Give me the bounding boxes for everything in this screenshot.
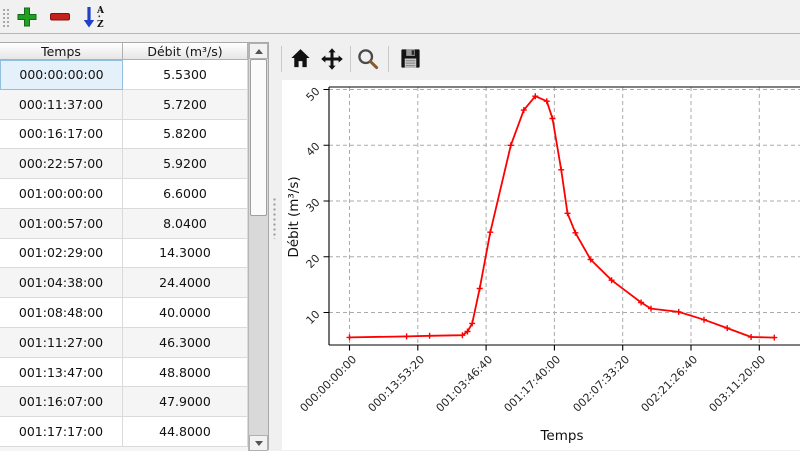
table-row: 001:08:48:00 40.0000: [0, 298, 248, 328]
arrow-down-icon: [255, 441, 263, 446]
table-row: 001:04:38:00 24.4000: [0, 268, 248, 298]
cell-debit[interactable]: 5.8200: [123, 120, 248, 150]
gridlines: [329, 87, 800, 345]
table-row: 000:16:17:00 5.8200: [0, 120, 248, 150]
scrollbar-down-button[interactable]: [249, 435, 268, 451]
cell-debit[interactable]: 14.3000: [123, 239, 248, 269]
main-toolbar: A Z: [0, 0, 800, 34]
table-row: 001:11:27:00 46.3000: [0, 328, 248, 358]
cell-temps[interactable]: 000:16:17:00: [0, 120, 123, 150]
cell-debit[interactable]: 46.3000: [123, 328, 248, 358]
toolbar-separator: [350, 46, 351, 72]
data-point-markers: [347, 93, 778, 340]
home-icon: [289, 47, 312, 70]
cell-temps[interactable]: 001:17:17:00: [0, 417, 123, 447]
svg-text:A: A: [96, 6, 105, 16]
minus-icon: [48, 5, 72, 29]
hydrograph-line: [350, 96, 775, 337]
table-row: 001:00:57:00 8.0400: [0, 209, 248, 239]
table-body: 000:00:00:00 5.5300 000:11:37:00 5.7200 …: [0, 60, 248, 447]
cell-temps[interactable]: 001:00:00:00: [0, 179, 123, 209]
y-axis-label: Débit (m³/s): [286, 127, 304, 307]
table-row: 001:17:17:00 44.8000: [0, 417, 248, 447]
add-row-button[interactable]: [14, 4, 40, 30]
cell-temps[interactable]: 001:16:07:00: [0, 387, 123, 417]
cell-temps[interactable]: 000:22:57:00: [0, 149, 123, 179]
table-row: 000:11:37:00 5.7200: [0, 90, 248, 120]
cell-debit[interactable]: 44.8000: [123, 417, 248, 447]
move-icon: [320, 47, 344, 71]
cell-debit[interactable]: 8.0400: [123, 209, 248, 239]
chart-zoom-button[interactable]: [355, 45, 381, 72]
table-row: 001:13:47:00 48.8000: [0, 358, 248, 388]
column-header-temps[interactable]: Temps: [0, 43, 123, 60]
toolbar-drag-handle[interactable]: [2, 8, 10, 28]
cell-debit[interactable]: 48.8000: [123, 358, 248, 388]
table-row: 001:00:00:00 6.6000: [0, 179, 248, 209]
cell-temps[interactable]: 001:08:48:00: [0, 298, 123, 328]
scrollbar-up-button[interactable]: [249, 43, 268, 59]
data-table: Temps Débit (m³/s) 000:00:00:00 5.5300 0…: [0, 43, 248, 451]
sort-az-icon: A Z: [81, 4, 109, 30]
plus-icon: [15, 5, 39, 29]
cell-temps[interactable]: 001:04:38:00: [0, 268, 123, 298]
column-header-debit[interactable]: Débit (m³/s): [123, 43, 248, 60]
cell-temps[interactable]: 000:11:37:00: [0, 90, 123, 120]
cell-temps[interactable]: 001:11:27:00: [0, 328, 123, 358]
table-row: 001:02:29:00 14.3000: [0, 239, 248, 269]
cell-debit[interactable]: 47.9000: [123, 387, 248, 417]
chart-home-button[interactable]: [287, 45, 313, 72]
data-table-panel: Temps Débit (m³/s) 000:00:00:00 5.5300 0…: [0, 42, 269, 450]
toolbar-separator: [388, 46, 389, 72]
table-header-row: Temps Débit (m³/s): [0, 43, 248, 60]
toolbar-separator: [281, 46, 282, 72]
table-row: 000:00:00:00 5.5300: [0, 60, 248, 90]
floppy-save-icon: [399, 47, 422, 70]
cell-temps[interactable]: 000:00:00:00: [0, 60, 123, 90]
x-axis-label: Temps: [510, 428, 614, 444]
sort-az-button[interactable]: A Z: [80, 4, 110, 30]
cell-debit[interactable]: 24.4000: [123, 268, 248, 298]
cell-debit[interactable]: 5.9200: [123, 149, 248, 179]
table-row: 001:16:07:00 47.9000: [0, 387, 248, 417]
cell-temps[interactable]: 001:00:57:00: [0, 209, 123, 239]
cell-debit[interactable]: 5.7200: [123, 90, 248, 120]
table-row: 000:22:57:00 5.9200: [0, 149, 248, 179]
splitter-handle[interactable]: [272, 197, 278, 239]
cell-temps[interactable]: 001:02:29:00: [0, 239, 123, 269]
svg-text:Z: Z: [97, 20, 104, 30]
chart-figure: 1020304050000:00:00:00000:13:53:20001:03…: [282, 80, 800, 450]
cell-debit[interactable]: 40.0000: [123, 298, 248, 328]
cell-debit[interactable]: 5.5300: [123, 60, 248, 90]
partial-table-row: [0, 447, 248, 451]
cell-temps[interactable]: 001:13:47:00: [0, 358, 123, 388]
magnifier-icon: [356, 47, 380, 71]
scrollbar-thumb[interactable]: [250, 59, 267, 216]
arrow-up-icon: [255, 49, 263, 54]
cell-debit[interactable]: 6.6000: [123, 179, 248, 209]
table-vertical-scrollbar[interactable]: [248, 43, 268, 451]
chart-canvas[interactable]: [282, 80, 800, 450]
axes-spines: [324, 87, 800, 351]
chart-save-button[interactable]: [397, 45, 423, 72]
remove-row-button[interactable]: [47, 4, 73, 30]
chart-pan-button[interactable]: [319, 45, 345, 72]
